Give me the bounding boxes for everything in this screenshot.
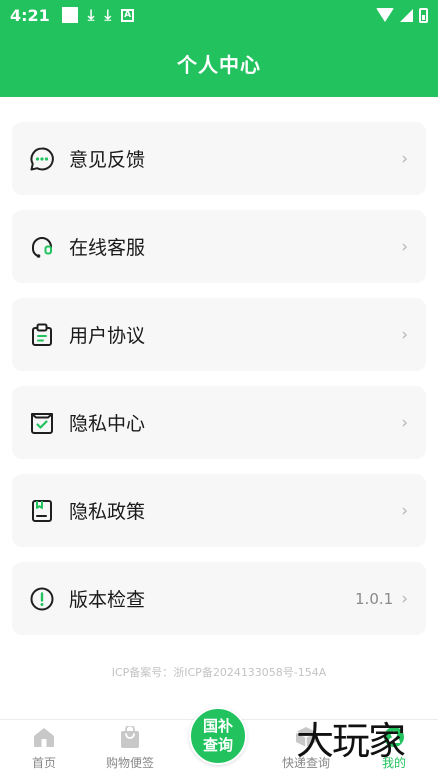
menu-item-label: 隐私政策 xyxy=(69,501,146,523)
menu-item-label: 意见反馈 xyxy=(69,149,146,171)
download-icon: ⤓ xyxy=(87,5,95,24)
tab-home[interactable]: 首页 xyxy=(4,726,84,771)
version-value: 1.0.1 xyxy=(355,589,394,608)
page-header: 个人中心 xyxy=(0,30,438,97)
settings-menu: 意见反馈 › 在线客服 › 用户协议 › 隐私中心 › 隐私政策 › 版本检查 … xyxy=(12,122,426,650)
wifi-icon xyxy=(376,8,394,22)
menu-item-user-agreement[interactable]: 用户协议 › xyxy=(12,298,426,371)
center-button-label: 国补查询 xyxy=(202,717,233,754)
signal-icon xyxy=(400,8,413,22)
screen: 4:21 ⤓ ⤓ A 个人中心 意见反馈 › 在线客服 › 用户协议 › 隐私中… xyxy=(0,0,438,780)
status-time: 4:21 xyxy=(10,5,50,25)
headset-icon xyxy=(28,233,56,261)
chevron-right-icon: › xyxy=(401,412,408,433)
status-notification-icons: ⤓ ⤓ A xyxy=(61,5,135,24)
chat-bubble-icon xyxy=(28,145,56,173)
menu-item-feedback[interactable]: 意见反馈 › xyxy=(12,122,426,195)
chevron-right-icon: › xyxy=(401,500,408,521)
menu-item-label: 在线客服 xyxy=(69,237,146,259)
tab-shopping-notes[interactable]: 购物便签 xyxy=(90,726,170,771)
chevron-right-icon: › xyxy=(401,324,408,345)
menu-item-privacy-center[interactable]: 隐私中心 › xyxy=(12,386,426,459)
battery-icon xyxy=(419,7,428,23)
download-icon: ⤓ xyxy=(104,5,112,24)
a-badge-icon: A xyxy=(121,8,135,22)
menu-item-privacy-policy[interactable]: 隐私政策 › xyxy=(12,474,426,547)
tab-label: 首页 xyxy=(31,756,56,770)
chevron-right-icon: › xyxy=(401,148,408,169)
menu-item-customer-service[interactable]: 在线客服 › xyxy=(12,210,426,283)
menu-item-label: 隐私中心 xyxy=(69,413,146,435)
home-icon xyxy=(34,728,54,747)
tab-label: 购物便签 xyxy=(105,756,154,770)
menu-item-label: 版本检查 xyxy=(69,589,146,611)
watermark-logo: 大玩家 xyxy=(296,719,406,763)
shopping-bag-icon xyxy=(121,726,139,748)
chevron-right-icon: › xyxy=(401,236,408,257)
national-subsidy-query-button[interactable]: 国补查询 xyxy=(189,707,247,765)
menu-item-version-check[interactable]: 版本检查 1.0.1 › xyxy=(12,562,426,635)
page-title: 个人中心 xyxy=(177,53,261,77)
status-system-icons xyxy=(376,7,428,23)
clipboard-icon xyxy=(28,321,56,349)
icp-record-text: ICP备案号：浙ICP备2024133058号-154A xyxy=(111,666,327,679)
document-icon xyxy=(28,497,56,525)
square-notification-icon xyxy=(61,7,78,23)
status-bar: 4:21 ⤓ ⤓ A xyxy=(0,0,438,30)
menu-item-label: 用户协议 xyxy=(69,325,146,347)
alert-circle-icon xyxy=(28,585,56,613)
chevron-right-icon: › xyxy=(401,588,408,609)
check-box-icon xyxy=(28,409,56,437)
